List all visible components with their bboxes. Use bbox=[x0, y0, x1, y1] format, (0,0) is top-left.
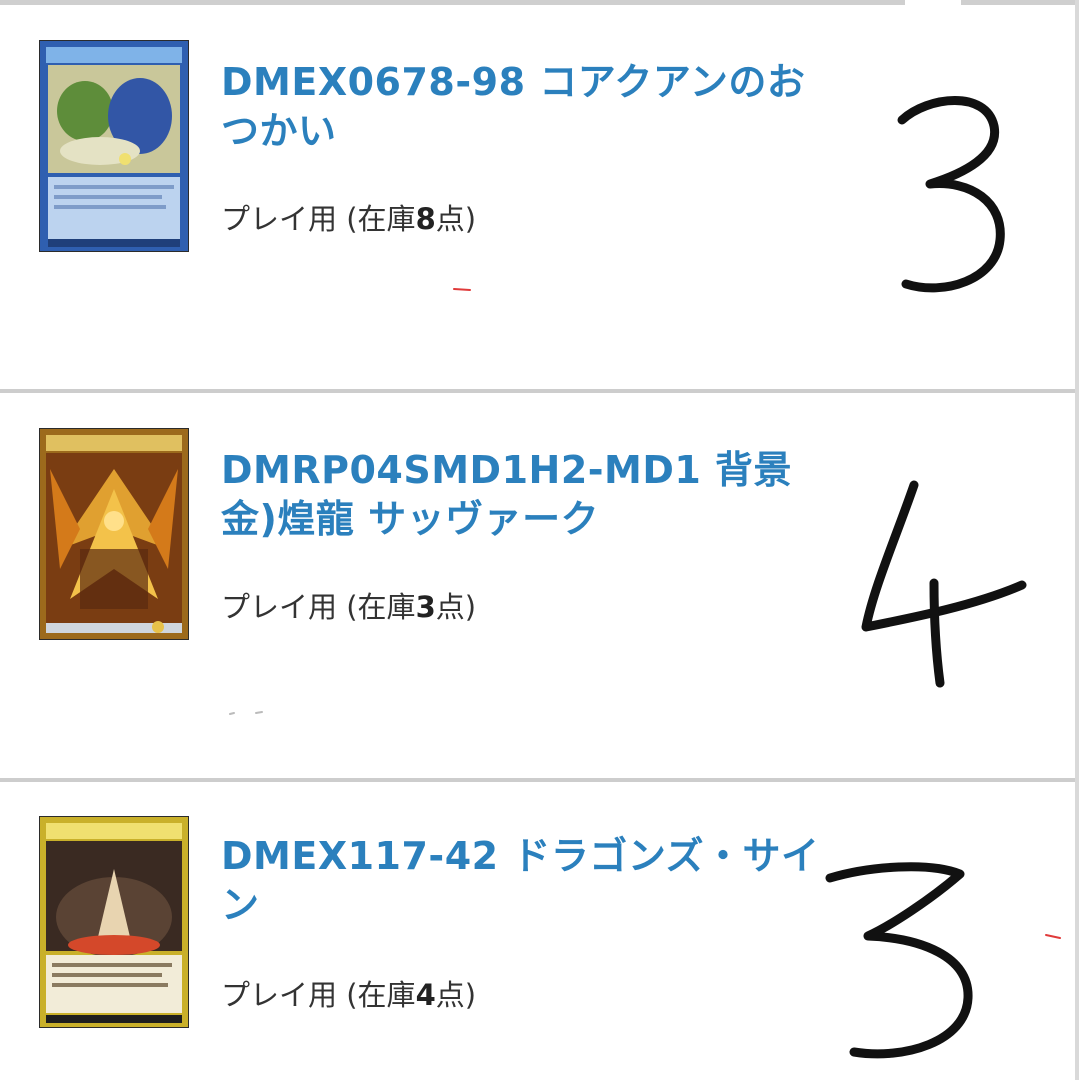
product-list-item: DMEX0678-98 コアクアンのおつかい プレイ用 (在庫8点) bbox=[0, 6, 1075, 393]
stock-info: プレイ用 (在庫4点) bbox=[221, 978, 476, 1012]
stock-open: (在庫 bbox=[337, 202, 416, 236]
stock-count: 3 bbox=[415, 590, 436, 624]
red-speck bbox=[1045, 934, 1061, 939]
red-speck bbox=[453, 288, 471, 291]
condition-label: プレイ用 bbox=[221, 202, 338, 236]
product-list-item: DMEX117-42 ドラゴンズ・サイン プレイ用 (在庫4点) bbox=[0, 782, 1075, 1080]
product-title-link[interactable]: DMEX117-42 ドラゴンズ・サイン bbox=[221, 832, 831, 930]
card-thumbnail[interactable] bbox=[39, 428, 189, 640]
product-title-link[interactable]: DMEX0678-98 コアクアンのおつかい bbox=[221, 58, 831, 156]
condition-label: プレイ用 bbox=[221, 590, 338, 624]
right-border bbox=[1075, 0, 1079, 1080]
gray-speck bbox=[229, 711, 263, 715]
product-list-item: DMRP04SMD1H2-MD1 背景金)煌龍 サッヴァーク プレイ用 (在庫3… bbox=[0, 393, 1075, 782]
handwritten-quantity-3 bbox=[825, 862, 973, 1059]
card-thumbnail[interactable] bbox=[39, 40, 189, 252]
stock-close: 点) bbox=[435, 978, 477, 1012]
stock-count: 4 bbox=[415, 978, 436, 1012]
stock-close: 点) bbox=[435, 202, 477, 236]
handwritten-quantity-3 bbox=[897, 96, 1005, 293]
card-thumbnail[interactable] bbox=[39, 816, 189, 1028]
stock-info: プレイ用 (在庫8点) bbox=[221, 202, 476, 236]
stock-close: 点) bbox=[435, 590, 477, 624]
stock-open: (在庫 bbox=[337, 978, 416, 1012]
handwritten-quantity-4 bbox=[861, 480, 1027, 688]
stock-info: プレイ用 (在庫3点) bbox=[221, 590, 476, 624]
product-title-link[interactable]: DMRP04SMD1H2-MD1 背景金)煌龍 サッヴァーク bbox=[221, 446, 831, 544]
condition-label: プレイ用 bbox=[221, 978, 338, 1012]
stock-count: 8 bbox=[415, 202, 436, 236]
stock-open: (在庫 bbox=[337, 590, 416, 624]
